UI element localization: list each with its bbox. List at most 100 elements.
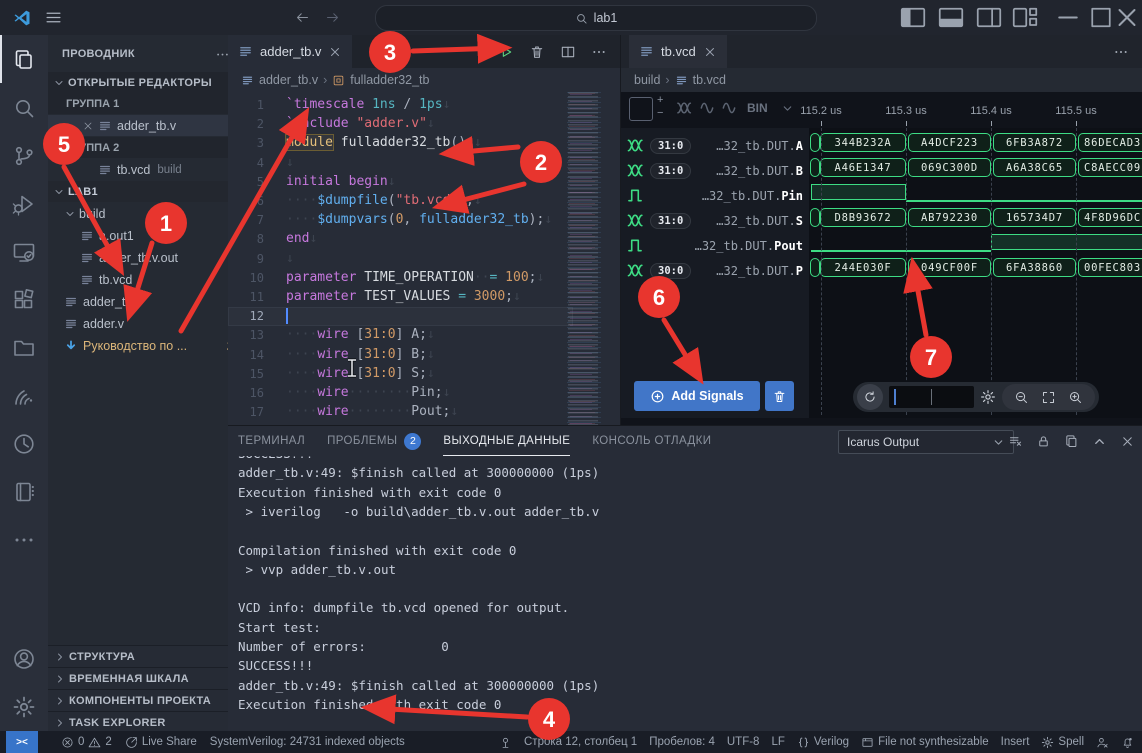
code-line-16: 16····wire········Pin;↓	[228, 384, 573, 403]
tree-file-adder.v[interactable]: adder.v	[48, 313, 244, 334]
time-label: 115.3 us	[885, 105, 926, 117]
activity-more-icon[interactable]	[12, 528, 36, 552]
toggle-panel-icon[interactable]	[936, 0, 966, 35]
reload-button[interactable]	[857, 384, 883, 410]
activity-account-icon[interactable]	[12, 647, 36, 671]
eol-status[interactable]: LF	[771, 736, 784, 748]
maximize-panel-icon[interactable]	[1092, 434, 1107, 449]
run-button-icon[interactable]	[498, 44, 514, 60]
zoom-fit-icon[interactable]	[1041, 390, 1056, 405]
signal-row-B[interactable]: 31:0 …32_tb.DUT.B	[621, 158, 809, 183]
sidebar-section-3[interactable]: TASK EXPLORER	[48, 711, 234, 733]
activity-signal-icon[interactable]	[12, 384, 36, 408]
signal-row-P[interactable]: 30:0 …32_tb.DUT.P	[621, 258, 809, 283]
close-panel-icon[interactable]	[1120, 434, 1135, 449]
workspace-header[interactable]: LAB1	[48, 181, 233, 202]
signal-row-A[interactable]: 31:0 …32_tb.DUT.A	[621, 133, 809, 158]
wave-breadcrumb[interactable]: build › tb.vcd	[621, 68, 1142, 92]
language-mode[interactable]: Verilog	[797, 736, 849, 749]
bus-style-icon[interactable]	[676, 101, 692, 115]
indentation-status[interactable]: Пробелов: 4	[649, 736, 715, 748]
toggle-secondary-sidebar-icon[interactable]	[974, 0, 1004, 35]
bus-value: 069C300D	[908, 158, 991, 177]
signal-row-Pout[interactable]: …32_tb.DUT.Pout	[621, 233, 809, 258]
waveform-area[interactable]: 344B232AA4DCF2236FB3A87286DECAD3A46E1347…	[809, 128, 1142, 418]
customize-layout-icon[interactable]	[1010, 0, 1040, 35]
toggle-sidebar-icon[interactable]	[898, 0, 928, 35]
activity-folder-icon[interactable]	[12, 336, 36, 360]
activity-remote-icon[interactable]	[12, 240, 36, 264]
activity-gear-icon[interactable]	[12, 695, 36, 719]
code-editor[interactable]: 1`timescale 1ns / 1ps↓ 2`include "adder.…	[228, 92, 573, 425]
wave-plus-minus[interactable]: +−	[657, 94, 663, 120]
trash-icon[interactable]	[529, 44, 545, 60]
nav-forward-icon[interactable]	[325, 10, 340, 25]
synthesis-status[interactable]: File not synthesizable	[861, 736, 989, 749]
sidebar-section-0[interactable]: СТРУКТУРА	[48, 645, 234, 667]
gear-icon[interactable]	[980, 389, 996, 405]
open-in-editor-icon[interactable]	[1064, 434, 1079, 449]
tree-item-guide[interactable]: Руководство по ...2	[48, 335, 244, 356]
format-select[interactable]: BIN	[747, 101, 768, 115]
more-actions-icon[interactable]	[591, 44, 607, 60]
sidebar-section-2[interactable]: КОМПОНЕНТЫ ПРОЕКТА	[48, 689, 234, 711]
lock-scroll-icon[interactable]	[1036, 434, 1051, 449]
breadcrumb[interactable]: adder_tb.v › fulladder32_tb	[228, 68, 633, 92]
time-input[interactable]	[889, 386, 974, 408]
tab-tbvcd[interactable]: tb.vcd	[629, 35, 727, 68]
activity-notebook-icon[interactable]	[12, 480, 36, 504]
tab-adder-tb[interactable]: adder_tb.v	[228, 35, 352, 68]
activity-files-icon[interactable]	[12, 48, 36, 72]
menu-icon[interactable]	[45, 9, 62, 26]
nav-back-icon[interactable]	[295, 10, 310, 25]
port-icon[interactable]	[499, 736, 512, 749]
activity-git-icon[interactable]	[12, 144, 36, 168]
output-log[interactable]: SUCCESS!!!adder_tb.v:49: $finish called …	[238, 446, 1128, 726]
close-icon[interactable]	[82, 120, 94, 132]
live-share-status[interactable]: Live Share	[125, 736, 197, 749]
wave-color-box[interactable]	[629, 97, 653, 121]
tab-debug-console[interactable]: КОНСОЛЬ ОТЛАДКИ	[592, 426, 711, 456]
tree-folder-build[interactable]: build	[48, 203, 244, 224]
close-icon[interactable]	[703, 45, 717, 59]
tab-terminal[interactable]: ТЕРМИНАЛ	[238, 426, 305, 456]
spell-status[interactable]: Spell	[1041, 736, 1084, 749]
add-signals-button[interactable]: Add Signals	[634, 381, 760, 411]
more-actions-icon[interactable]	[1113, 44, 1129, 60]
signal-row-Pin[interactable]: …32_tb.DUT.Pin	[621, 183, 809, 208]
window-close-icon[interactable]	[1112, 0, 1142, 35]
tab-problems[interactable]: ПРОБЛЕМЫ2	[327, 426, 421, 456]
bell-icon[interactable]	[1121, 736, 1134, 749]
zoom-out-icon[interactable]	[1014, 390, 1029, 405]
close-icon[interactable]	[328, 45, 342, 59]
remove-signals-button[interactable]	[765, 381, 794, 411]
cursor-position[interactable]: Строка 12, столбец 1	[524, 736, 637, 748]
activity-search-icon[interactable]	[12, 96, 36, 120]
analog2-style-icon[interactable]	[721, 101, 737, 115]
output-channel-select[interactable]: Icarus Output	[838, 430, 1014, 454]
signal-row-S[interactable]: 31:0 …32_tb.DUT.S	[621, 208, 809, 233]
split-editor-icon[interactable]	[560, 44, 576, 60]
person-x-icon[interactable]	[1096, 736, 1109, 749]
activity-history-icon[interactable]	[12, 432, 36, 456]
activity-debug-icon[interactable]	[12, 192, 36, 216]
encoding-status[interactable]: UTF-8	[727, 736, 760, 748]
editor-actions	[498, 35, 620, 68]
problems-status[interactable]: 0 2	[61, 736, 112, 749]
tree-file-adder_tb.v[interactable]: adder_tb.v	[48, 291, 244, 312]
analog-style-icon[interactable]	[699, 101, 715, 115]
window-minimize-icon[interactable]	[1053, 0, 1083, 35]
zoom-in-icon[interactable]	[1068, 390, 1083, 405]
tab-output[interactable]: ВЫХОДНЫЕ ДАННЫЕ	[443, 426, 570, 456]
indexer-status[interactable]: SystemVerilog: 24731 indexed objects	[210, 736, 405, 748]
minimap[interactable]	[565, 92, 612, 425]
signal-names-column: 31:0 …32_tb.DUT.A 31:0 …32_tb.DUT.B …32_…	[621, 128, 810, 418]
clear-output-icon[interactable]	[1008, 434, 1023, 449]
command-center-search[interactable]: lab1	[375, 5, 817, 31]
sidebar-section-1[interactable]: ВРЕМЕННАЯ ШКАЛА	[48, 667, 234, 689]
activity-ext-icon[interactable]	[12, 288, 36, 312]
remote-indicator[interactable]: ><	[6, 731, 38, 753]
insert-mode[interactable]: Insert	[1001, 736, 1030, 748]
chevron-right-icon	[54, 717, 66, 729]
open-editors-header[interactable]: ОТКРЫТЫЕ РЕДАКТОРЫ	[48, 72, 233, 93]
